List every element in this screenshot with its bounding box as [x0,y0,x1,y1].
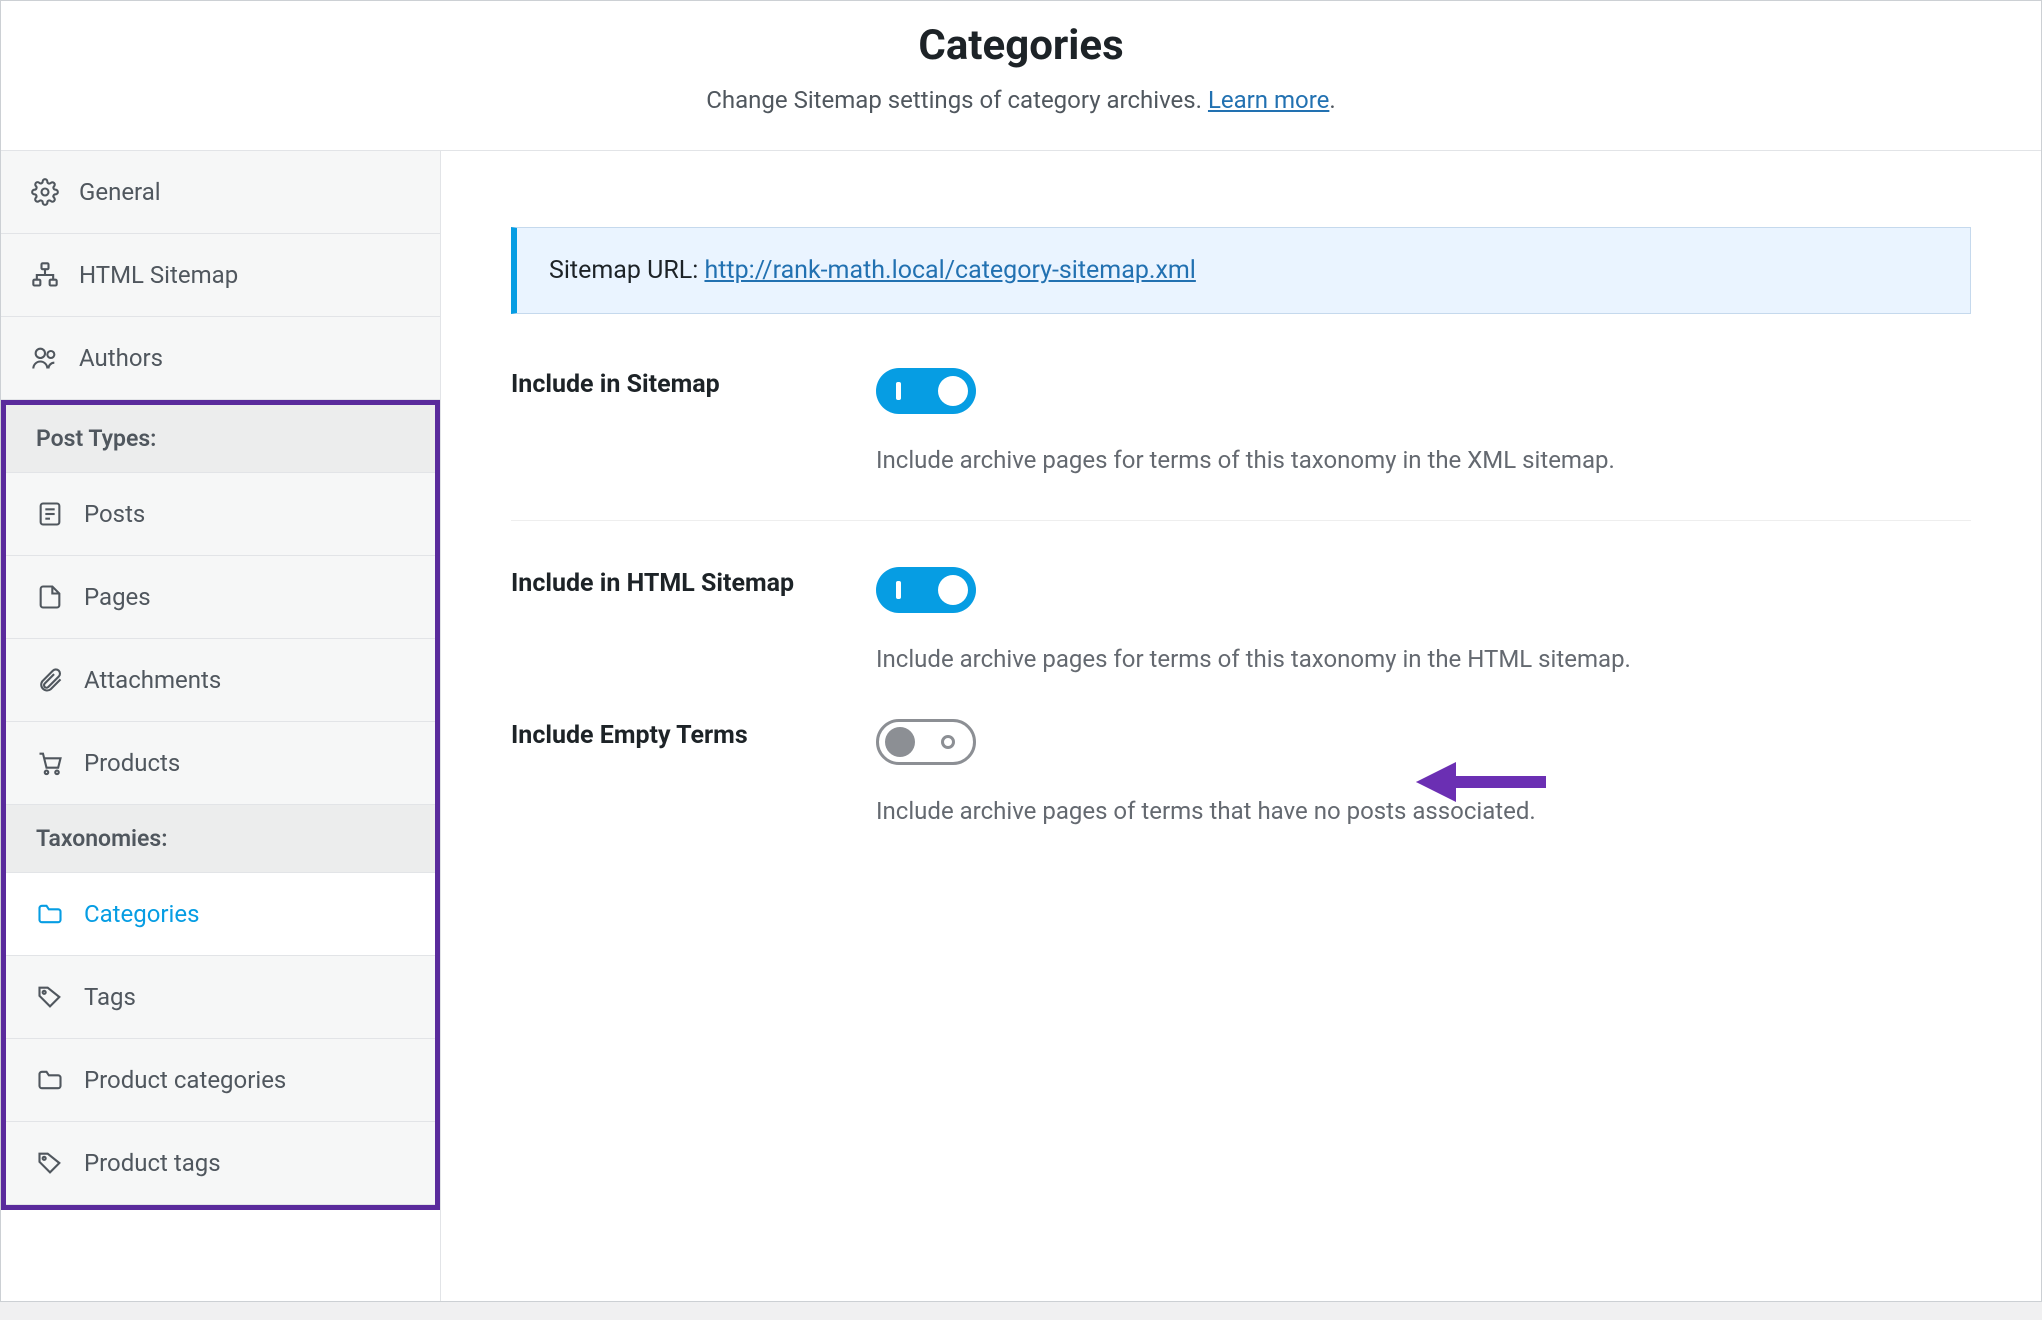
toggle-include-sitemap[interactable] [876,368,976,414]
sitemap-url-link[interactable]: http://rank-math.local/category-sitemap.… [704,256,1195,285]
settings-content: Sitemap URL: http://rank-math.local/cate… [441,151,2041,1301]
toggle-include-empty[interactable] [876,719,976,765]
cart-icon [36,749,64,777]
paperclip-icon [36,666,64,694]
subtitle-text: Change Sitemap settings of category arch… [706,86,1208,114]
sidebar-item-label: Attachments [84,666,221,694]
tag-icon [36,983,64,1011]
settings-sidebar: General HTML Sitemap Authors Post Types: [1,151,441,1301]
sidebar-item-categories[interactable]: Categories [6,873,435,956]
sidebar-item-attachments[interactable]: Attachments [6,639,435,722]
sidebar-item-tags[interactable]: Tags [6,956,435,1039]
subtitle-suffix: . [1329,86,1335,114]
sidebar-highlight: Post Types: Posts Pages [1,400,440,1210]
setting-label: Include in HTML Sitemap [511,567,876,601]
sidebar-item-label: Products [84,749,180,777]
sidebar-item-posts[interactable]: Posts [6,473,435,556]
sitemap-url-notice: Sitemap URL: http://rank-math.local/cate… [511,227,1971,314]
sidebar-item-product-tags[interactable]: Product tags [6,1122,435,1205]
sidebar-item-label: Pages [84,583,151,611]
sidebar-item-label: Product categories [84,1066,286,1094]
sidebar-group-taxonomies: Taxonomies: [6,805,435,873]
page-icon [36,583,64,611]
sidebar-item-label: Posts [84,500,145,528]
post-icon [36,500,64,528]
panel-header: Categories Change Sitemap settings of ca… [1,1,2041,151]
tag-icon [36,1149,64,1177]
sidebar-item-general[interactable]: General [1,151,440,234]
setting-include-sitemap: Include in Sitemap Include archive pages… [511,368,1971,521]
sidebar-item-label: Authors [79,344,163,372]
setting-label: Include in Sitemap [511,368,876,402]
sidebar-item-label: Categories [84,900,200,928]
page-title: Categories [21,21,2021,70]
sitemap-icon [31,261,59,289]
sidebar-item-pages[interactable]: Pages [6,556,435,639]
sidebar-item-label: General [79,178,161,206]
sidebar-item-label: Product tags [84,1149,221,1177]
setting-include-html-sitemap: Include in HTML Sitemap Include archive … [511,567,1971,719]
learn-more-link[interactable]: Learn more [1208,86,1329,114]
sidebar-item-html-sitemap[interactable]: HTML Sitemap [1,234,440,317]
settings-panel: Categories Change Sitemap settings of ca… [0,0,2042,1302]
setting-desc: Include archive pages for terms of this … [876,446,1971,474]
setting-include-empty: Include Empty Terms Include archive page… [511,719,1971,871]
folder-icon [36,1066,64,1094]
gear-icon [31,178,59,206]
sitemap-url-label: Sitemap URL: [549,256,704,285]
users-icon [31,344,59,372]
page-subtitle: Change Sitemap settings of category arch… [21,86,2021,114]
setting-desc: Include archive pages for terms of this … [876,645,1971,673]
toggle-include-html-sitemap[interactable] [876,567,976,613]
folder-icon [36,900,64,928]
sidebar-item-label: HTML Sitemap [79,261,238,289]
sidebar-item-product-categories[interactable]: Product categories [6,1039,435,1122]
setting-label: Include Empty Terms [511,719,876,753]
sidebar-group-post-types: Post Types: [6,405,435,473]
sidebar-item-products[interactable]: Products [6,722,435,805]
sidebar-item-label: Tags [84,983,136,1011]
sidebar-item-authors[interactable]: Authors [1,317,440,400]
arrow-annotation [1416,752,1546,818]
